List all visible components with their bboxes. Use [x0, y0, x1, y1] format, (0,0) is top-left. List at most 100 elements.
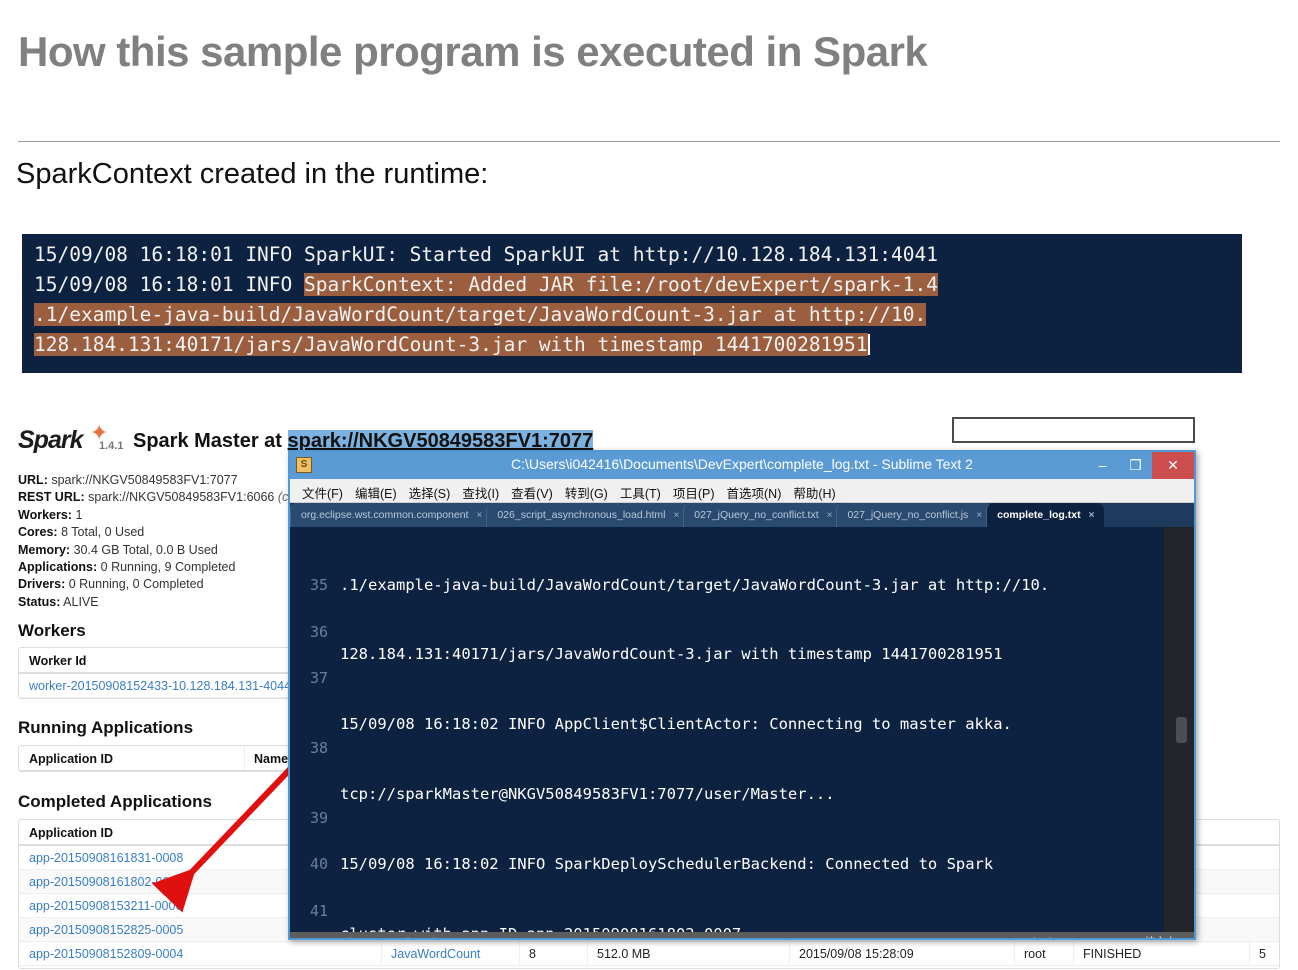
- sublime-tab-bar: org.eclipse.wst.common.component × 026_scr…: [290, 503, 1194, 527]
- meta-label: Memory:: [18, 542, 71, 557]
- title-divider: [18, 141, 1280, 142]
- cell-user: root: [1024, 947, 1046, 961]
- cell-name[interactable]: JavaWordCount: [391, 942, 480, 966]
- spark-version-label: 1.4.1: [99, 440, 124, 452]
- menu-selection[interactable]: 选择(S): [403, 479, 457, 502]
- tab-close-icon[interactable]: ×: [1089, 510, 1095, 521]
- tab-label: 027_jQuery_no_conflict.txt: [694, 509, 819, 521]
- meta-row: Drivers: 0 Running, 0 Completed: [18, 576, 304, 593]
- menu-project[interactable]: 项目(P): [667, 479, 721, 502]
- tab-complete-log-txt[interactable]: complete_log.txt ×: [986, 503, 1105, 527]
- cell-cores: 8: [529, 947, 536, 961]
- menu-goto[interactable]: 转到(G): [559, 479, 614, 502]
- col-name: Name: [254, 752, 289, 766]
- terminal-line-2-selected: SparkContext: Added JAR file:/root/devEx…: [304, 273, 938, 296]
- code-line: .1/example-java-build/JavaWordCount/targ…: [340, 575, 1050, 594]
- meta-row: Applications: 0 Running, 9 Completed: [18, 559, 304, 576]
- meta-value: 30.4 GB Total, 0.0 B Used: [70, 542, 218, 557]
- workers-heading: Workers: [18, 621, 86, 640]
- terminal-line-1: 15/09/08 16:18:01 INFO SparkUI: Started …: [22, 240, 1242, 270]
- tab-label: 027_jQuery_no_conflict.js: [847, 509, 969, 521]
- tab-close-icon[interactable]: ×: [976, 510, 982, 521]
- line-number-gutter: 35 36 37 38 39 40 41: [290, 527, 334, 932]
- terminal-line-1-text: 15/09/08 16:18:01 INFO SparkUI: Started …: [34, 243, 938, 266]
- meta-label: URL:: [18, 473, 48, 487]
- tab-close-icon[interactable]: ×: [477, 510, 483, 521]
- meta-value: 0 Running, 0 Completed: [65, 577, 204, 592]
- terminal-log-block: 15/09/08 16:18:01 INFO SparkUI: Started …: [22, 234, 1242, 373]
- meta-value: 1: [71, 507, 83, 522]
- tab-027-jquery-no-conflict-js[interactable]: 027_jQuery_no_conflict.js ×: [836, 503, 993, 527]
- spark-master-url-link[interactable]: spark://NKGV50849583FV1:7077: [287, 430, 594, 452]
- sublime-status-bar: ASCII, 23 characters selected Tab Size: …: [290, 932, 1194, 938]
- cell-state: FINISHED: [1083, 947, 1142, 961]
- meta-label: Workers:: [18, 507, 72, 522]
- sublime-menu-bar: 文件(F) 编辑(E) 选择(S) 查找(I) 查看(V) 转到(G) 工具(T) 项目(P)…: [290, 479, 1194, 503]
- meta-row: URL: spark://NKGV50849583FV1:7077: [18, 472, 304, 489]
- window-controls: – ❐ ✕: [1086, 452, 1194, 479]
- meta-row: Status: ALIVE: [18, 594, 304, 611]
- terminal-line-4: 128.184.131:40171/jars/JavaWordCount-3.j…: [22, 330, 1242, 360]
- code-line: 15/09/08 16:18:02 INFO AppClient$ClientA…: [340, 715, 1012, 734]
- table-row-last[interactable]: app-20150908152809-0004 JavaWordCount 8 …: [19, 942, 1279, 966]
- tab-label: org.eclipse.wst.common.component: [301, 509, 469, 521]
- meta-value: spark://NKGV50849583FV1:7077: [47, 473, 238, 487]
- cell-duration: 5: [1259, 947, 1266, 961]
- terminal-line-2-prefix: 15/09/08 16:18:01 INFO: [34, 273, 305, 296]
- cell-application-id[interactable]: app-20150908152809-0004: [29, 947, 183, 961]
- running-applications-heading: Running Applications: [18, 718, 194, 737]
- status-tab-size[interactable]: Tab Size: 4: [1022, 932, 1074, 938]
- search-input[interactable]: [952, 417, 1195, 443]
- maximize-icon[interactable]: ❐: [1119, 452, 1152, 479]
- status-selection-info: ASCII, 23 characters selected: [296, 932, 435, 938]
- spark-heading-prefix: Spark Master at: [133, 430, 288, 452]
- meta-label: REST URL:: [18, 490, 85, 505]
- editor-minimap[interactable]: [1164, 527, 1194, 932]
- menu-file[interactable]: 文件(F): [296, 479, 349, 502]
- status-syntax-mode[interactable]: 纯文本: [1145, 932, 1177, 938]
- sublime-editor[interactable]: 35 36 37 38 39 40 41 .1/example-java-bui…: [290, 527, 1194, 932]
- line-number: 37: [309, 669, 328, 687]
- line-number: 39: [309, 809, 328, 827]
- meta-label: Applications:: [18, 560, 98, 575]
- menu-find[interactable]: 查找(I): [456, 479, 505, 502]
- code-line: cluster with app ID app-20150908161802-0…: [340, 923, 1194, 932]
- tab-org-eclipse-wst-common-component[interactable]: org.eclipse.wst.common.component ×: [290, 503, 493, 527]
- sublime-title-bar: S C:\Users\i042416\Documents\DevExpert\c…: [290, 452, 1194, 479]
- meta-row: REST URL: spark://NKGV50849583FV1:6066 (…: [18, 489, 304, 506]
- meta-value: spark://NKGV50849583FV1:6066: [84, 490, 278, 505]
- menu-help[interactable]: 帮助(H): [787, 479, 841, 502]
- minimize-icon[interactable]: –: [1086, 452, 1119, 479]
- menu-preferences[interactable]: 首选项(N): [721, 479, 788, 502]
- cell-memory: 512.0 MB: [597, 947, 651, 961]
- scrollbar-thumb[interactable]: [1176, 717, 1187, 743]
- tab-close-icon[interactable]: ×: [673, 510, 679, 521]
- sublime-text-window: S C:\Users\i042416\Documents\DevExpert\c…: [288, 450, 1196, 940]
- meta-row: Workers: 1: [18, 507, 304, 524]
- terminal-line-4-selected: 128.184.131:40171/jars/JavaWordCount-3.j…: [34, 333, 868, 356]
- code-line: 15/09/08 16:18:02 INFO SparkDeploySchedu…: [340, 855, 994, 874]
- line-number: 41: [309, 902, 328, 920]
- completed-applications-heading: Completed Applications: [18, 792, 212, 811]
- code-line: tcp://sparkMaster@NKGV50849583FV1:7077/u…: [340, 785, 835, 804]
- line-number: 36: [309, 623, 328, 641]
- sublime-window-title: C:\Users\i042416\Documents\DevExpert\com…: [511, 456, 973, 472]
- meta-label: Status:: [18, 594, 61, 609]
- editor-code-content: .1/example-java-build/JavaWordCount/targ…: [340, 527, 1194, 932]
- tab-026-script-asynchronous-load-html[interactable]: 026_script_asynchronous_load.html ×: [486, 503, 690, 527]
- slide-subtitle: SparkContext created in the runtime:: [16, 158, 489, 190]
- close-icon[interactable]: ✕: [1152, 452, 1194, 479]
- meta-value: ALIVE: [60, 594, 99, 609]
- line-number: 38: [309, 739, 328, 757]
- meta-label: Drivers:: [18, 577, 66, 592]
- meta-label: Cores:: [18, 525, 58, 540]
- col-application-id: Application ID: [29, 826, 114, 840]
- menu-tools[interactable]: 工具(T): [614, 479, 667, 502]
- tab-label: 026_script_asynchronous_load.html: [497, 509, 666, 521]
- terminal-line-3: .1/example-java-build/JavaWordCount/targ…: [22, 300, 1242, 330]
- menu-edit[interactable]: 编辑(E): [349, 479, 403, 502]
- menu-view[interactable]: 查看(V): [505, 479, 559, 502]
- line-number: 35: [309, 576, 328, 594]
- tab-027-jquery-no-conflict-txt[interactable]: 027_jQuery_no_conflict.txt ×: [683, 503, 843, 527]
- tab-close-icon[interactable]: ×: [827, 510, 833, 521]
